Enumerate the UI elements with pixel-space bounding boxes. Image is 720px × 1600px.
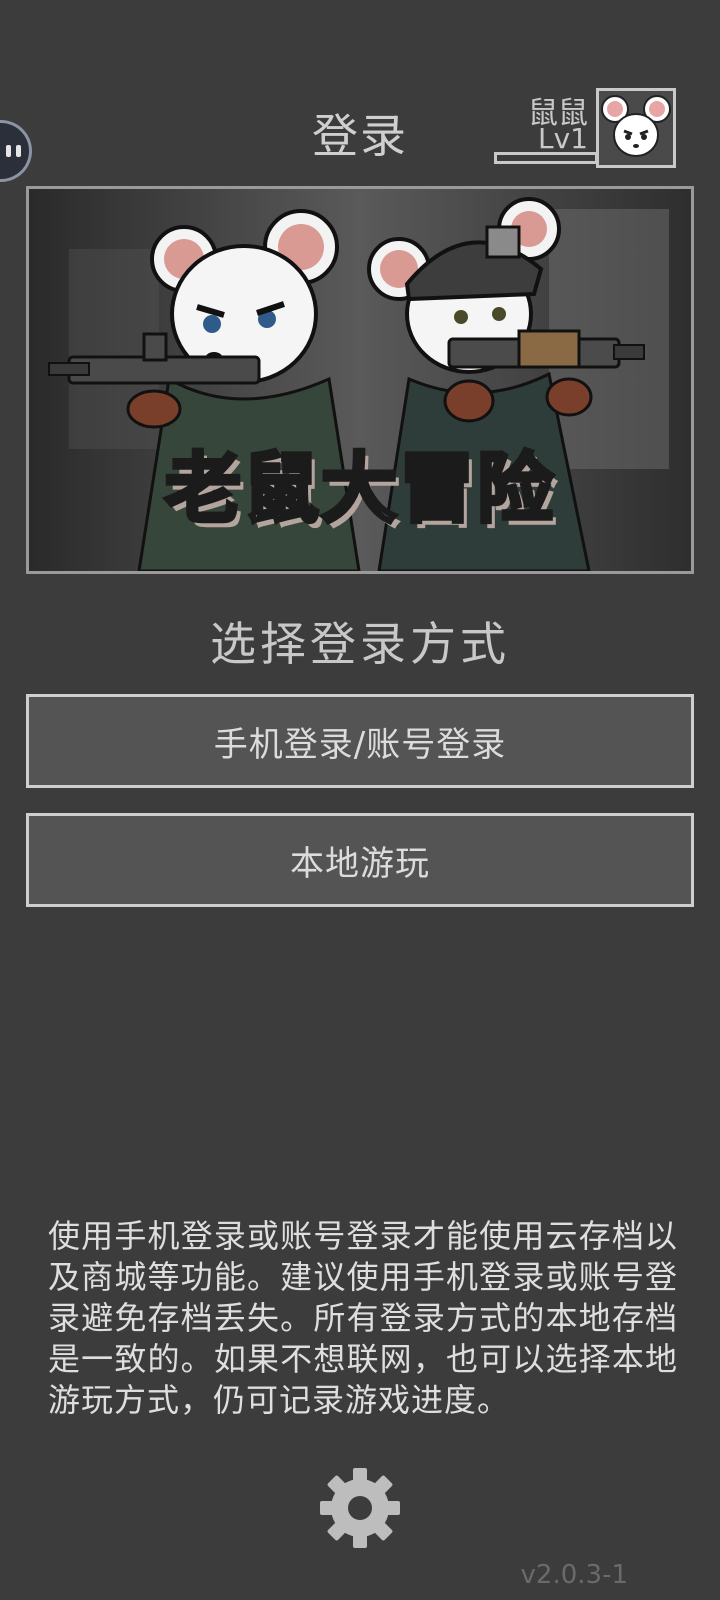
avatar[interactable] — [596, 88, 676, 168]
profile-level: Lv1 — [538, 122, 588, 155]
game-logo-title: 老鼠大冒险 — [163, 442, 555, 535]
game-banner: 老鼠大冒险 — [26, 186, 694, 574]
local-play-button[interactable]: 本地游玩 — [26, 813, 694, 907]
settings-button[interactable] — [316, 1464, 404, 1552]
mouse-avatar-icon — [601, 95, 671, 157]
phone-account-login-button[interactable]: 手机登录/账号登录 — [26, 694, 694, 788]
login-notice-text: 使用手机登录或账号登录才能使用云存档以及商城等功能。建议使用手机登录或账号登录避… — [48, 1217, 678, 1419]
login-method-heading: 选择登录方式 — [210, 617, 510, 671]
version-label: v2.0.3-1 — [520, 1560, 628, 1590]
profile-level-bar — [494, 152, 598, 164]
gear-icon — [320, 1468, 400, 1548]
profile-panel[interactable]: 鼠鼠 Lv1 — [486, 88, 676, 170]
